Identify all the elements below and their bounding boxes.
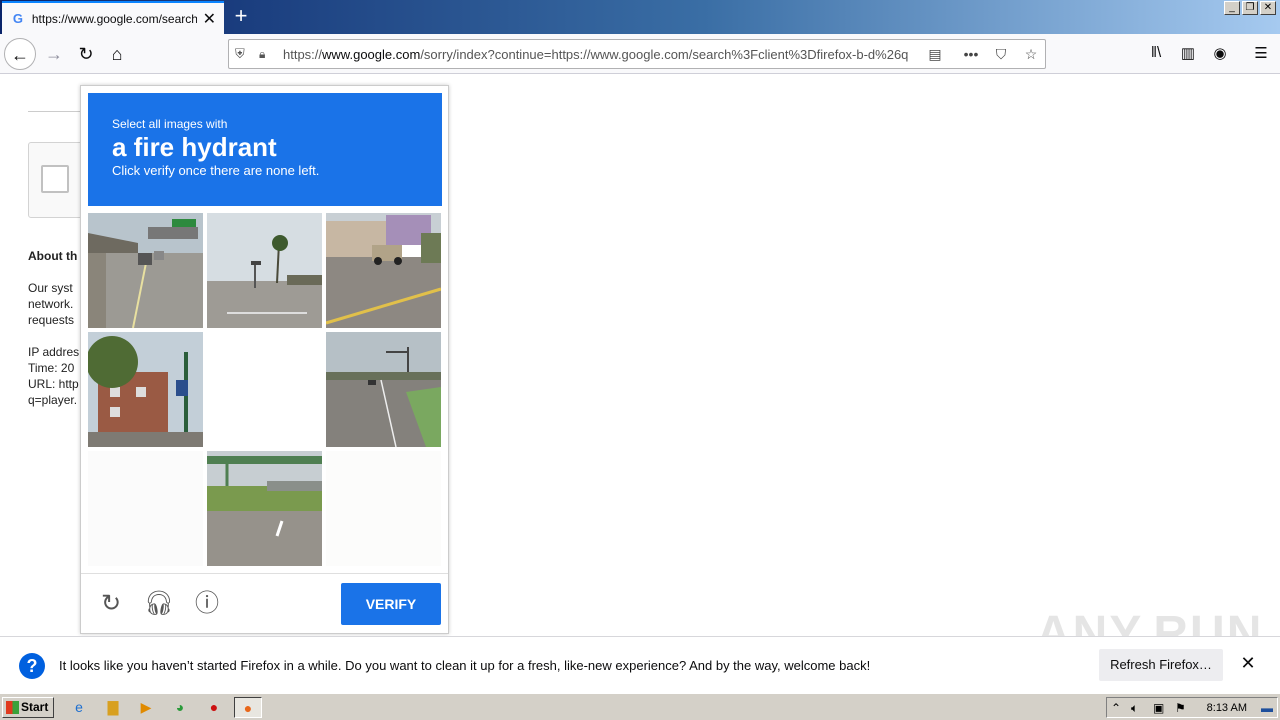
tile-green-bridge-road[interactable]	[207, 451, 322, 566]
info-icon[interactable]: ⓘ	[191, 588, 223, 620]
media-player-icon[interactable]: ▶	[135, 697, 157, 718]
refresh-firefox-button[interactable]: Refresh Firefox…	[1099, 649, 1223, 681]
challenge-subtext: Click verify once there are none left.	[112, 163, 320, 178]
time-line: Time: 20	[28, 361, 75, 375]
menu-icon[interactable]: ☰	[1249, 44, 1273, 64]
reload-challenge-icon[interactable]: ↻	[95, 588, 127, 620]
close-window-button[interactable]: ✕	[1260, 1, 1276, 15]
url-text[interactable]: https://www.google.com/sorry/index?conti…	[283, 47, 917, 62]
audio-challenge-icon[interactable]: 🎧︎	[143, 588, 175, 620]
reload-icon: ↻	[78, 44, 94, 64]
body-line-1: Our syst	[28, 281, 73, 295]
image-grid	[88, 213, 442, 566]
start-button[interactable]: Start	[2, 697, 54, 718]
volume-icon[interactable]: 🔈︎	[1131, 701, 1138, 716]
firefox-taskbar-icon[interactable]: ●	[234, 697, 262, 718]
forward-button[interactable]: →	[38, 38, 70, 70]
tile-brick-building-tree[interactable]	[88, 332, 203, 447]
internet-explorer-icon[interactable]: e	[68, 697, 90, 718]
back-button[interactable]: ←	[4, 38, 36, 70]
forward-icon: →	[45, 44, 63, 64]
challenge-header: Select all images with a fire hydrant Cl…	[88, 93, 442, 206]
close-icon[interactable]: ✕	[1238, 653, 1258, 677]
tab-close-icon[interactable]: ✕	[203, 9, 216, 29]
clock: 8:13 AM	[1206, 702, 1247, 714]
tab-strip: G https://www.google.com/search?client=f…	[0, 0, 1280, 34]
body-line-3: requests	[28, 313, 75, 327]
notification-bar: ? It looks like you haven’t started Fire…	[0, 636, 1280, 693]
google-favicon-icon: G	[12, 10, 23, 26]
navigation-toolbar: ← → ↻ ⌂ ⛨ 🔒︎ https://www.google.com/sorr…	[0, 34, 1280, 74]
notification-text: It looks like you haven’t started Firefo…	[59, 658, 871, 673]
ip-line: IP addres	[28, 345, 80, 359]
challenge-instruction: Select all images with	[112, 117, 228, 131]
windows-logo-icon	[6, 701, 19, 714]
challenge-footer: ↻ 🎧︎ ⓘ VERIFY	[81, 573, 448, 634]
chrome-icon[interactable]: ◕	[169, 697, 191, 718]
restore-button[interactable]: ❐	[1242, 1, 1258, 15]
opera-icon[interactable]: ●	[203, 697, 225, 718]
tracking-shield-icon[interactable]: ⛨	[235, 46, 251, 62]
sidebar-icon[interactable]: ▥	[1176, 44, 1200, 64]
url-prefix: https://	[283, 46, 323, 62]
lock-icon[interactable]: 🔒︎	[259, 47, 275, 62]
tile-street-pickup-truck[interactable]	[326, 213, 441, 328]
tab-title: https://www.google.com/search?client=fir…	[31, 11, 197, 26]
library-icon[interactable]: ‖\	[1144, 44, 1168, 64]
url-path: /sorry/index?continue=https://www.google…	[420, 46, 909, 62]
tile-faded-2[interactable]	[326, 451, 441, 566]
url-domain: www.google.com	[322, 46, 421, 62]
action-center-flag-icon[interactable]: ⚑	[1175, 701, 1186, 715]
tile-empty[interactable]	[207, 332, 322, 447]
bookmark-star-icon[interactable]: ☆	[1019, 46, 1043, 63]
url-bar[interactable]: ⛨ 🔒︎ https://www.google.com/sorry/index?…	[228, 39, 1046, 69]
taskbar: Start e ▇ ▶ ◕ ● ● ⌃ 🔈︎ ▣ ⚑ 8:13 AM ▬	[0, 693, 1280, 720]
url-line: URL: http	[28, 377, 79, 391]
home-button[interactable]: ⌂	[101, 38, 133, 70]
question-icon: ?	[19, 653, 45, 679]
tile-street-palm-trees[interactable]	[207, 213, 322, 328]
about-heading: About th	[28, 249, 78, 263]
account-icon[interactable]: ◉	[1208, 44, 1232, 64]
home-icon: ⌂	[111, 44, 123, 64]
body-line-2: network.	[28, 297, 74, 311]
verify-button[interactable]: VERIFY	[341, 583, 441, 625]
reload-button[interactable]: ↻	[70, 38, 102, 70]
new-tab-button[interactable]: +	[228, 4, 254, 30]
tile-road-traffic-lights[interactable]	[326, 332, 441, 447]
challenge-target: a fire hydrant	[112, 132, 277, 162]
system-tray: ⌃ 🔈︎ ▣ ⚑ 8:13 AM ▬	[1106, 697, 1278, 718]
tile-highway-overpass[interactable]	[88, 213, 203, 328]
file-explorer-icon[interactable]: ▇	[102, 697, 124, 718]
recaptcha-checkbox[interactable]	[41, 165, 69, 193]
tab-google-search[interactable]: G https://www.google.com/search?client=f…	[2, 1, 224, 34]
back-icon: ←	[11, 45, 29, 65]
more-icon[interactable]: •••	[959, 46, 983, 62]
query-line: q=player.	[28, 393, 78, 407]
start-label: Start	[21, 700, 49, 714]
pocket-icon[interactable]: ⛉	[989, 46, 1013, 63]
recaptcha-challenge: Select all images with a fire hydrant Cl…	[80, 85, 449, 634]
window-controls: _ ❐ ✕	[1224, 1, 1276, 15]
tile-faded[interactable]	[88, 451, 203, 566]
minimize-button[interactable]: _	[1224, 1, 1240, 15]
network-icon[interactable]: ▣	[1153, 701, 1164, 715]
tray-expand-icon[interactable]: ⌃	[1111, 701, 1121, 715]
reader-view-icon[interactable]: ▤	[923, 46, 947, 63]
show-desktop-icon[interactable]: ▬	[1261, 701, 1273, 715]
divider	[28, 111, 88, 112]
